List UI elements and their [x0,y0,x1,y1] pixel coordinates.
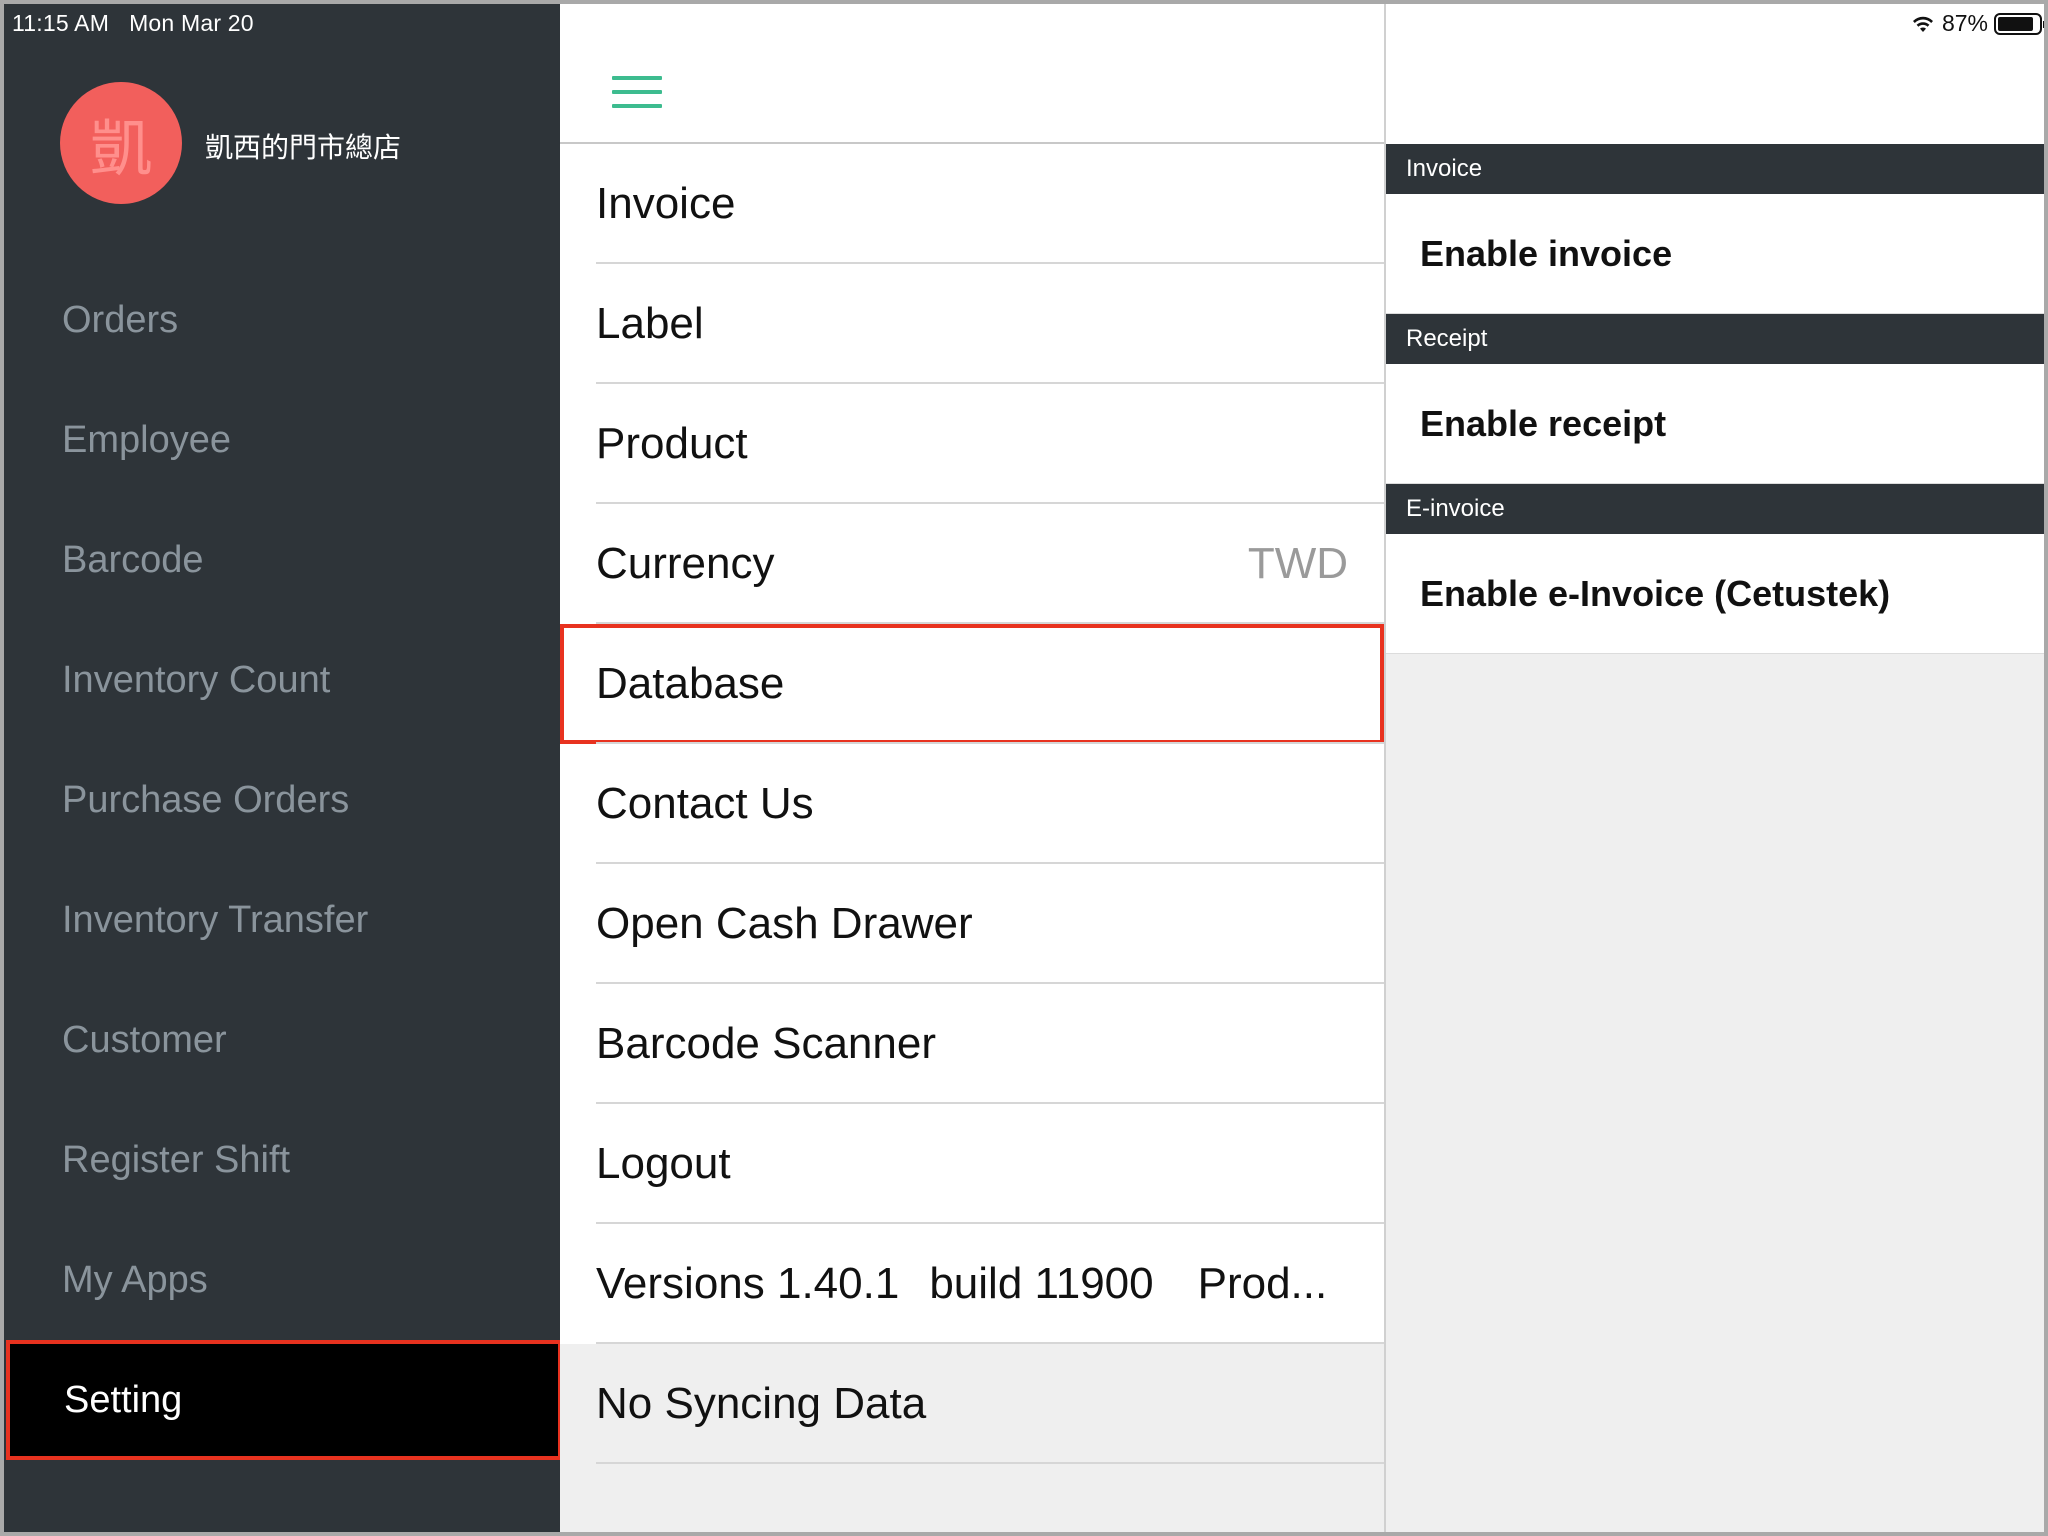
status-date: Mon Mar 20 [129,10,254,36]
settings-list: Invoice Label Product Currency TWD Datab… [560,144,1384,1464]
store-avatar[interactable]: 凱 [60,82,182,204]
version-info-row: Versions 1.40.1 build 11900 Prod... [560,1224,1384,1344]
settings-item-label: Currency [596,539,775,588]
wifi-icon [1912,16,1933,32]
enable-e-invoice-row[interactable]: Enable e-Invoice (Cetustek) [1386,534,2044,654]
hamburger-menu-icon[interactable] [612,76,662,110]
enable-invoice-row[interactable]: Enable invoice [1386,194,2044,314]
environment-text: Prod... [1197,1259,1328,1308]
sidebar-item-setting[interactable]: Setting [6,1340,562,1460]
sidebar-item-employee[interactable]: Employee [4,380,560,500]
sidebar-item-my-apps[interactable]: My Apps [4,1220,560,1340]
sidebar-menu: Orders Employee Barcode Inventory Count … [4,260,562,1460]
enable-receipt-row[interactable]: Enable receipt [1386,364,2044,484]
settings-header [560,4,1384,144]
settings-item-barcode-scanner[interactable]: Barcode Scanner [560,984,1384,1104]
sidebar-item-purchase-orders[interactable]: Purchase Orders [4,740,560,860]
section-header-invoice: Invoice [1386,144,2044,194]
sidebar-item-inventory-count[interactable]: Inventory Count [4,620,560,740]
settings-item-label: Product [596,419,748,468]
sidebar-item-barcode[interactable]: Barcode [4,500,560,620]
settings-item-label: Logout [596,1139,731,1188]
status-bar-left: 11:15 AM Mon Mar 20 [12,10,254,37]
store-name: 凱西的門市總店 [205,131,402,164]
settings-item-label: Open Cash Drawer [596,899,973,948]
settings-item-contact-us[interactable]: Contact Us [560,744,1384,864]
sync-status-text: No Syncing Data [596,1379,927,1428]
build-text: build 11900 [929,1259,1154,1308]
settings-item-product[interactable]: Product [560,384,1384,504]
settings-item-database[interactable]: Database [560,624,1384,744]
settings-item-label: Invoice [596,179,736,228]
settings-item-label[interactable]: Label [560,264,1384,384]
settings-item-logout[interactable]: Logout [560,1104,1384,1224]
sidebar-item-orders[interactable]: Orders [4,260,560,380]
battery-icon [1994,12,2044,35]
section-header-receipt: Receipt [1386,314,2044,364]
settings-item-label: Label [596,299,704,348]
settings-item-currency[interactable]: Currency TWD [560,504,1384,624]
settings-item-open-cash-drawer[interactable]: Open Cash Drawer [560,864,1384,984]
settings-list-pane: Invoice Label Product Currency TWD Datab… [560,4,1384,1532]
sidebar-item-customer[interactable]: Customer [4,980,560,1100]
detail-sections: Invoice Enable invoice Receipt Enable re… [1386,144,2044,654]
settings-item-label: Contact Us [596,779,814,828]
version-text: Versions 1.40.1 [596,1259,900,1308]
settings-item-label: Barcode Scanner [596,1019,936,1068]
status-bar-right: 87% [1910,10,2044,37]
battery-percent: 87% [1941,10,1988,36]
detail-pane: 87% Invoice Enable invoice Receipt Enabl… [1384,4,2044,1532]
app-window: 11:15 AM Mon Mar 20 凱 凱西的門市總店 Orders Empl… [0,0,2048,1536]
settings-item-invoice[interactable]: Invoice [560,144,1384,264]
sidebar-item-register-shift[interactable]: Register Shift [4,1100,560,1220]
sidebar: 11:15 AM Mon Mar 20 凱 凱西的門市總店 Orders Empl… [4,4,562,1532]
sidebar-item-inventory-transfer[interactable]: Inventory Transfer [4,860,560,980]
list-empty-area [560,1464,1384,1532]
status-time: 11:15 AM [12,10,110,36]
sync-status-row: No Syncing Data [560,1344,1384,1464]
section-header-e-invoice: E-invoice [1386,484,2044,534]
currency-value: TWD [1247,539,1348,588]
settings-item-label: Database [596,659,785,708]
